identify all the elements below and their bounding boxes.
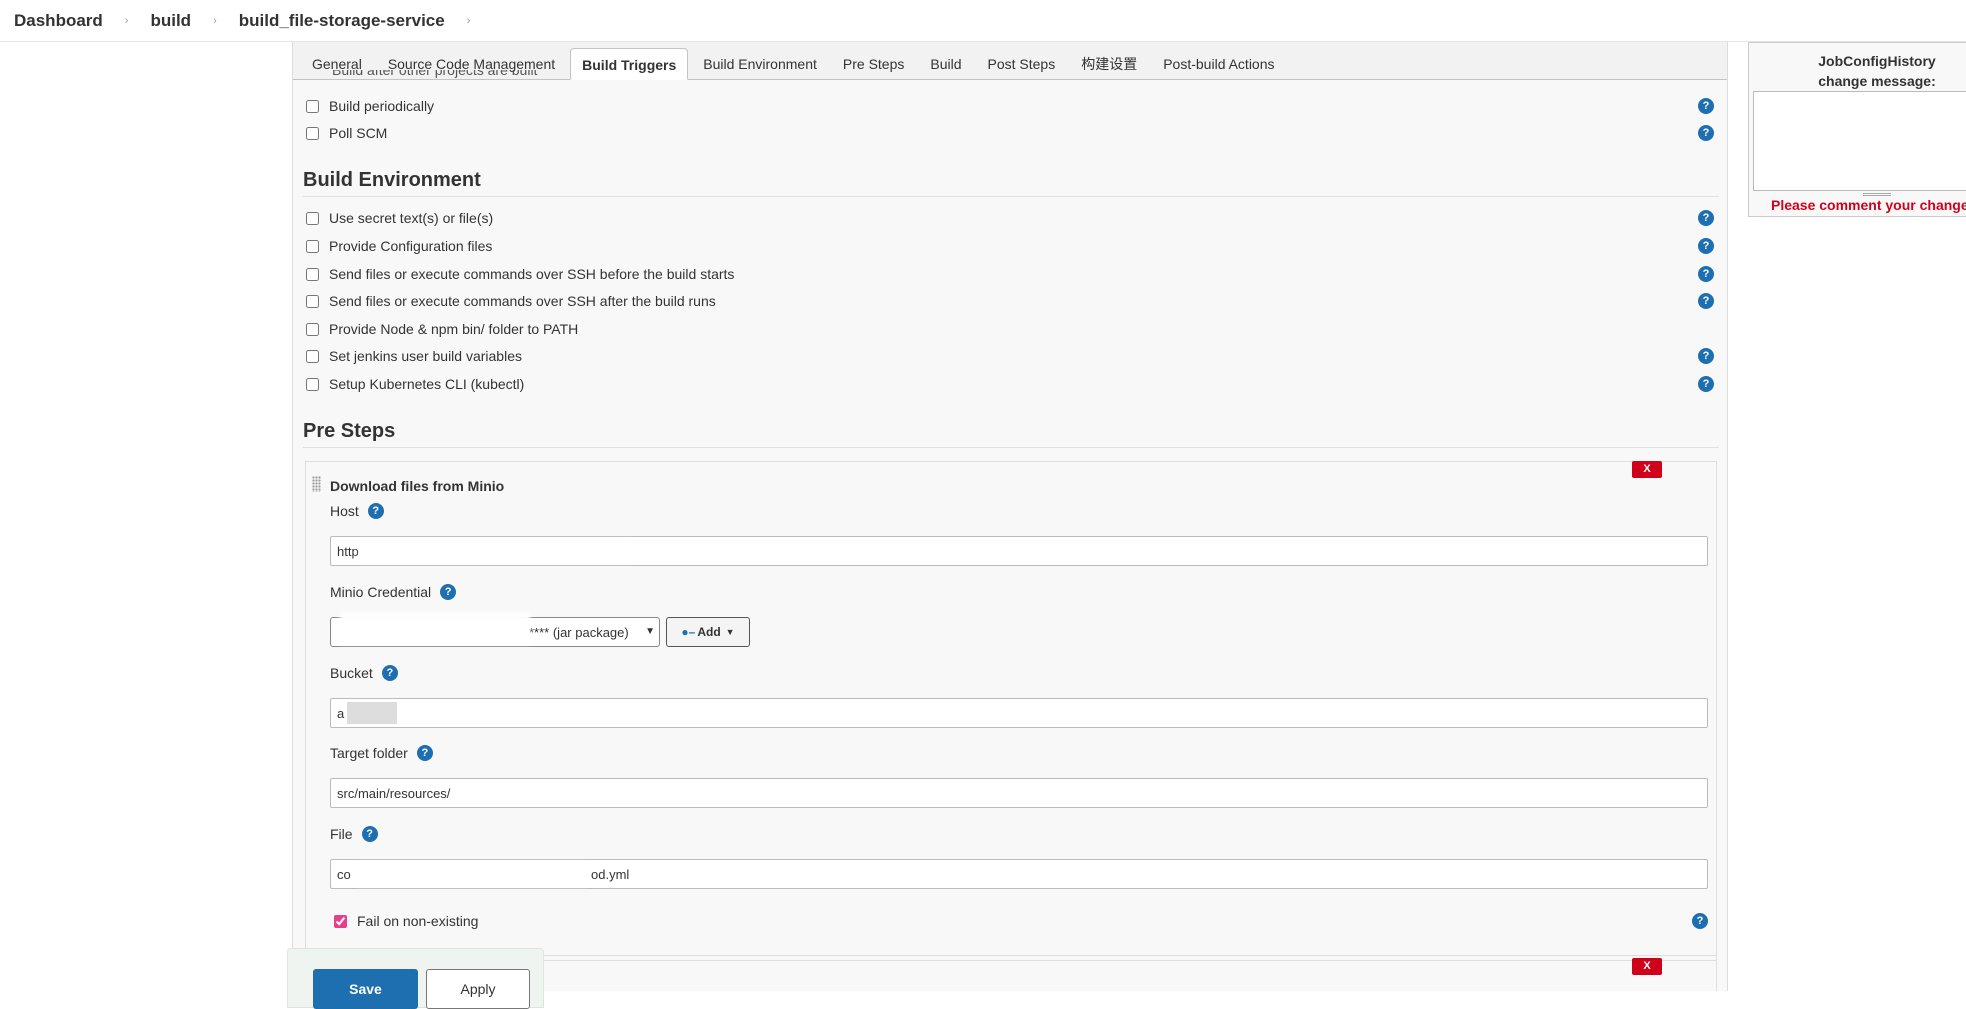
drag-handle-icon[interactable] <box>312 476 321 492</box>
section-title-pre-steps: Pre Steps <box>303 420 1719 448</box>
env-row: Send files or execute commands over SSH … <box>306 263 1714 285</box>
fail-on-non-existing-checkbox[interactable] <box>334 914 347 928</box>
trigger-row-build-periodically: Build periodically ? <box>306 95 1714 117</box>
env-label: Setup Kubernetes CLI (kubectl) <box>329 376 525 392</box>
file-value-prefix: co <box>337 866 351 882</box>
change-message-textarea[interactable] <box>1753 91 1966 191</box>
help-icon[interactable]: ? <box>1698 98 1714 114</box>
config-form: General Source Code Management Build Tri… <box>292 42 1728 991</box>
breadcrumb-dashboard[interactable]: Dashboard <box>14 11 103 31</box>
file-value-suffix: od.yml <box>591 866 630 882</box>
file-label-text: File <box>330 826 353 842</box>
help-icon[interactable]: ? <box>1698 125 1714 141</box>
add-credential-button[interactable]: ●– Add ▼ <box>666 617 750 647</box>
env-checkbox[interactable] <box>306 294 319 308</box>
credential-label-text: Minio Credential <box>330 584 432 600</box>
credential-value: **** (jar package) <box>529 624 629 640</box>
section-title-build-environment: Build Environment <box>303 169 1719 197</box>
help-icon[interactable]: ? <box>1698 376 1714 392</box>
change-message-warning: Please comment your change <box>1771 197 1966 213</box>
redacted-region <box>347 702 397 724</box>
chevron-right-icon[interactable]: › <box>125 15 129 27</box>
redacted-region <box>360 540 630 562</box>
breadcrumb: Dashboard › build › build_file-storage-s… <box>0 0 1966 42</box>
poll-scm-checkbox[interactable] <box>306 126 319 140</box>
env-label: Send files or execute commands over SSH … <box>329 266 735 282</box>
help-icon[interactable]: ? <box>416 745 433 761</box>
resize-grip-icon[interactable] <box>1863 193 1891 196</box>
bucket-input[interactable] <box>330 698 1708 728</box>
jch-subtitle-line: change message: <box>1818 73 1936 89</box>
env-row: Set jenkins user build variables ? <box>306 345 1714 367</box>
target-folder-label-text: Target folder <box>330 745 408 761</box>
step-title: Download files from Minio <box>330 478 505 494</box>
chevron-right-icon[interactable]: › <box>467 15 471 27</box>
env-checkbox[interactable] <box>306 349 319 363</box>
trigger-label-cutoff: Build after other projects are built <box>332 70 538 78</box>
help-icon[interactable]: ? <box>1692 913 1708 929</box>
save-button[interactable]: Save <box>313 969 418 1009</box>
trigger-label: Build periodically <box>329 98 435 114</box>
env-row: Provide Node & npm bin/ folder to PATH <box>306 318 1714 340</box>
help-icon[interactable]: ? <box>361 826 378 842</box>
host-label-text: Host <box>330 503 359 519</box>
help-icon[interactable]: ? <box>1698 266 1714 282</box>
chevron-right-icon[interactable]: › <box>213 15 217 27</box>
env-checkbox[interactable] <box>306 322 319 336</box>
target-folder-label: Target folder ? <box>330 745 433 761</box>
pre-step-minio-download: Download files from Minio X Host ? Minio… <box>305 461 1717 961</box>
env-label: Use secret text(s) or file(s) <box>329 210 494 226</box>
breadcrumb-job[interactable]: build_file-storage-service <box>239 11 445 31</box>
fail-on-non-existing-row: Fail on non-existing ? <box>330 910 1708 932</box>
host-label: Host ? <box>330 503 384 519</box>
caret-down-icon: ▼ <box>725 627 735 637</box>
env-row: Use secret text(s) or file(s) ? <box>306 207 1714 229</box>
env-label: Set jenkins user build variables <box>329 348 522 364</box>
redacted-region <box>358 862 586 886</box>
trigger-row-cutoff: Build after other projects are built <box>306 70 1714 84</box>
env-label: Send files or execute commands over SSH … <box>329 293 716 309</box>
trigger-label: Poll SCM <box>329 125 388 141</box>
breadcrumb-build[interactable]: build <box>150 11 191 31</box>
add-label: Add <box>697 625 721 639</box>
chevron-down-icon: ▼ <box>645 626 655 637</box>
job-config-history-panel: JobConfigHistory change message: Please … <box>1748 42 1966 217</box>
help-icon[interactable]: ? <box>1698 238 1714 254</box>
bucket-label-text: Bucket <box>330 665 373 681</box>
help-icon[interactable]: ? <box>381 665 398 681</box>
help-icon[interactable]: ? <box>367 503 384 519</box>
help-icon[interactable]: ? <box>1698 210 1714 226</box>
redacted-region <box>340 612 530 644</box>
key-icon: ●– <box>681 625 696 639</box>
fail-on-non-existing-label: Fail on non-existing <box>357 913 479 929</box>
help-icon[interactable]: ? <box>1698 348 1714 364</box>
credential-label: Minio Credential ? <box>330 584 457 600</box>
env-checkbox[interactable] <box>306 267 319 281</box>
env-row: Send files or execute commands over SSH … <box>306 290 1714 312</box>
file-label: File ? <box>330 826 378 842</box>
apply-button[interactable]: Apply <box>426 969 530 1009</box>
job-config-history-title: JobConfigHistory change message: <box>1749 51 1966 91</box>
form-action-bar: Save Apply <box>287 948 544 1009</box>
build-periodically-checkbox[interactable] <box>306 99 319 113</box>
env-checkbox[interactable] <box>306 211 319 225</box>
help-icon[interactable]: ? <box>1698 293 1714 309</box>
help-icon[interactable]: ? <box>440 584 457 600</box>
remove-step-button[interactable]: X <box>1632 958 1662 975</box>
env-label: Provide Node & npm bin/ folder to PATH <box>329 321 579 337</box>
remove-step-button[interactable]: X <box>1632 461 1662 478</box>
bucket-label: Bucket ? <box>330 665 398 681</box>
jch-title-line: JobConfigHistory <box>1818 53 1936 69</box>
env-checkbox[interactable] <box>306 377 319 391</box>
env-row: Setup Kubernetes CLI (kubectl) ? <box>306 373 1714 395</box>
env-label: Provide Configuration files <box>329 238 493 254</box>
target-folder-input[interactable] <box>330 778 1708 808</box>
env-row: Provide Configuration files ? <box>306 235 1714 257</box>
env-checkbox[interactable] <box>306 239 319 253</box>
trigger-row-poll-scm: Poll SCM ? <box>306 122 1714 144</box>
